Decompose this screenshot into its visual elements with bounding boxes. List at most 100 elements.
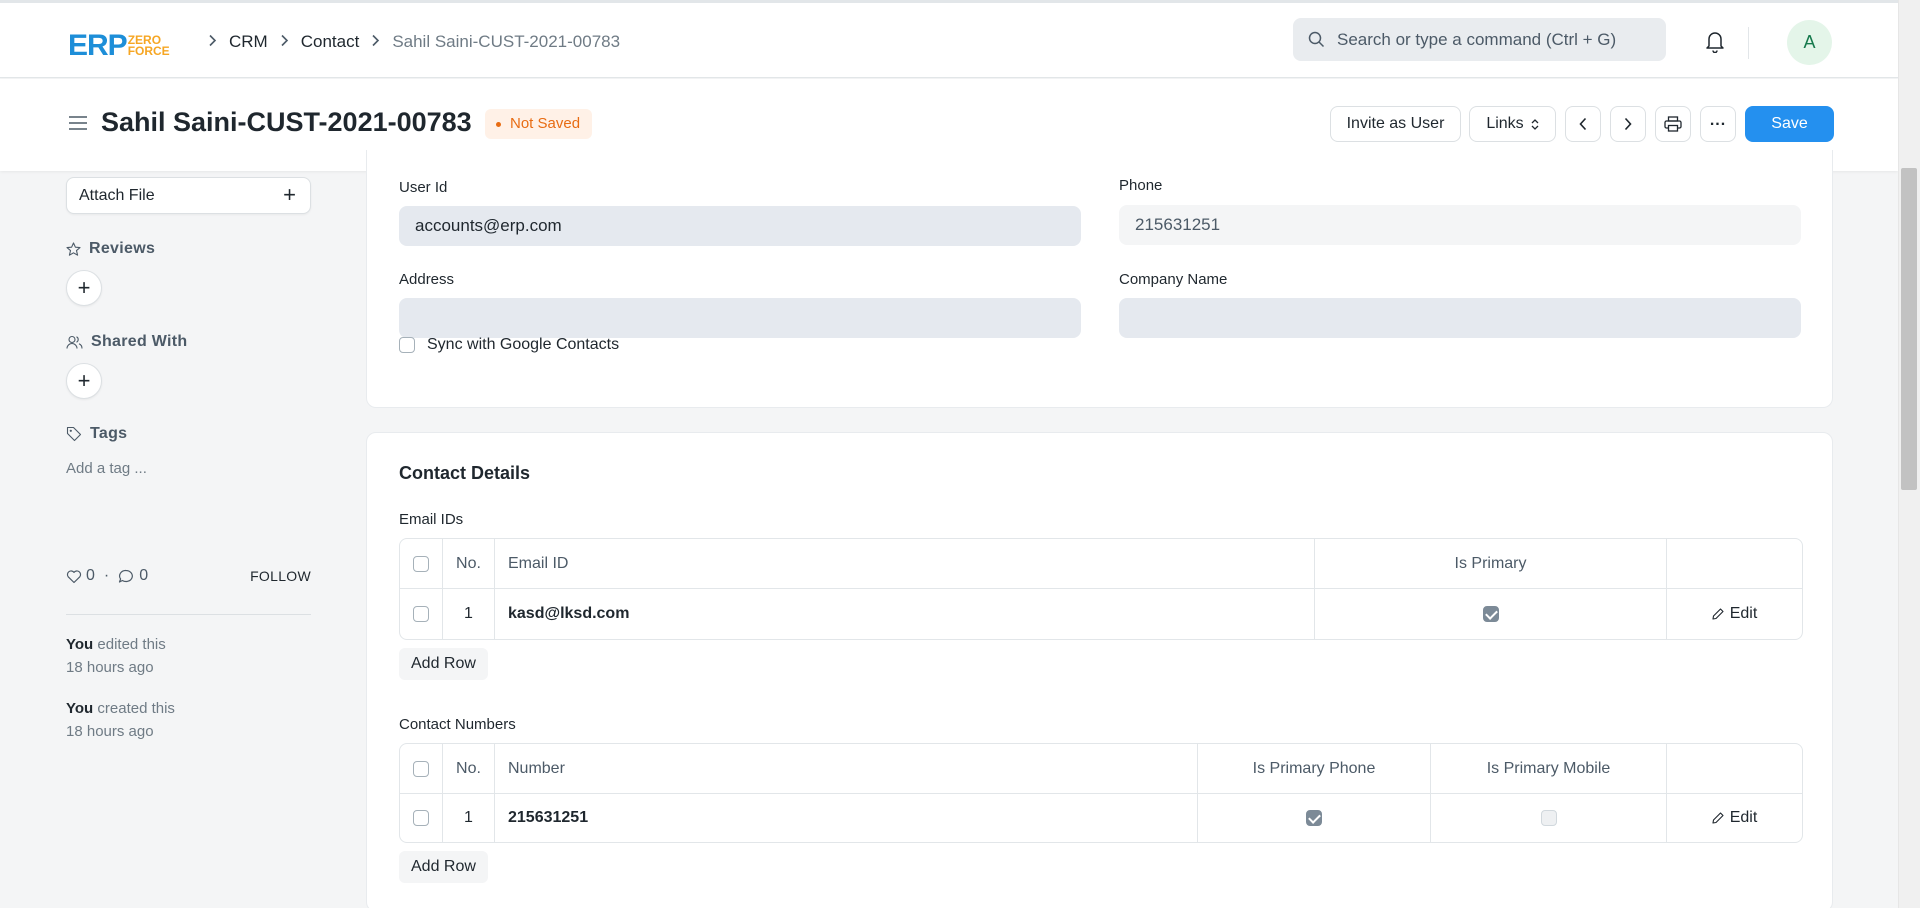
next-record-button[interactable]: [1610, 106, 1646, 142]
select-all-cell: [400, 744, 443, 793]
chevron-right-icon: [1624, 117, 1632, 131]
activity-item: You edited this 18 hours ago: [66, 633, 166, 679]
table-header-row: No. Email ID Is Primary: [400, 539, 1802, 589]
activity-user: You: [66, 636, 94, 653]
shared-with-text: Shared With: [91, 333, 188, 350]
plus-icon: +: [283, 182, 296, 207]
print-button[interactable]: [1655, 106, 1691, 142]
edit-row-button[interactable]: Edit: [1667, 794, 1802, 842]
activity-action: created this: [97, 700, 175, 717]
column-is-primary-mobile: Is Primary Mobile: [1431, 744, 1667, 793]
users-icon: [66, 335, 83, 349]
invite-as-user-button[interactable]: Invite as User: [1330, 106, 1461, 142]
email-ids-label: Email IDs: [399, 511, 464, 528]
column-number: Number: [495, 744, 1198, 793]
email-id-cell[interactable]: kasd@lksd.com: [495, 589, 1315, 639]
attach-file-button[interactable]: Attach File +: [66, 177, 311, 214]
user-id-field[interactable]: accounts@erp.com: [399, 206, 1081, 246]
add-tag-link[interactable]: Add a tag ...: [66, 460, 147, 477]
row-checkbox[interactable]: [413, 810, 429, 826]
comment-icon[interactable]: [118, 569, 134, 584]
like-count: 0: [86, 567, 95, 584]
sync-google-label: Sync with Google Contacts: [427, 336, 620, 353]
pencil-icon: [1712, 608, 1724, 620]
breadcrumb-contact[interactable]: Contact: [301, 32, 360, 52]
row-number: 1: [443, 794, 495, 842]
user-id-label: User Id: [399, 179, 448, 196]
likes-comments-row: 0 · 0 FOLLOW: [66, 567, 311, 585]
logo-subtext: ZERO FORCE: [128, 34, 170, 57]
tags-label: Tags: [66, 425, 127, 443]
follow-button[interactable]: FOLLOW: [250, 568, 311, 584]
activity-time: 18 hours ago: [66, 723, 154, 740]
row-checkbox[interactable]: [413, 606, 429, 622]
edit-label: Edit: [1729, 605, 1758, 622]
star-icon: [66, 241, 81, 256]
is-primary-phone-checkbox[interactable]: [1306, 810, 1322, 826]
chevron-right-icon: [280, 34, 289, 51]
chevron-left-icon: [1579, 117, 1587, 131]
edit-row-button[interactable]: Edit: [1667, 589, 1802, 639]
column-no: No.: [443, 539, 495, 588]
erp-logo[interactable]: ERP ZERO FORCE: [68, 29, 170, 63]
row-select-cell: [400, 589, 443, 639]
row-select-cell: [400, 794, 443, 842]
activity-time: 18 hours ago: [66, 659, 154, 676]
number-cell[interactable]: 215631251: [495, 794, 1198, 842]
heart-icon[interactable]: [66, 569, 82, 584]
add-email-row-button[interactable]: Add Row: [399, 648, 488, 680]
chevron-right-icon: [371, 34, 380, 51]
address-label: Address: [399, 271, 455, 288]
column-email-id: Email ID: [495, 539, 1315, 588]
column-no: No.: [443, 744, 495, 793]
is-primary-mobile-cell: [1431, 794, 1667, 842]
tag-icon: [66, 426, 82, 442]
comment-count: 0: [139, 567, 149, 584]
contact-info-card: User Id accounts@erp.com Phone 215631251…: [366, 150, 1833, 408]
tags-text: Tags: [90, 425, 128, 442]
save-button[interactable]: Save: [1745, 106, 1834, 142]
activity-action: edited this: [97, 636, 166, 653]
select-all-cell: [400, 539, 443, 588]
column-actions: [1667, 744, 1802, 793]
dot-separator: ·: [103, 567, 110, 584]
is-primary-checkbox[interactable]: [1482, 606, 1499, 622]
address-field[interactable]: [399, 298, 1081, 338]
activity-user: You: [66, 700, 94, 717]
table-row[interactable]: 1 kasd@lksd.com Edit: [400, 589, 1802, 639]
previous-record-button[interactable]: [1565, 106, 1601, 142]
is-primary-cell: [1315, 589, 1667, 639]
sort-chevrons-icon: [1531, 118, 1539, 130]
add-share-button[interactable]: +: [66, 363, 102, 399]
add-number-row-button[interactable]: Add Row: [399, 851, 488, 883]
hamburger-menu-icon[interactable]: [68, 115, 88, 136]
bell-icon[interactable]: [1704, 29, 1726, 58]
company-name-field[interactable]: [1119, 298, 1801, 338]
search-icon: [1308, 31, 1325, 48]
scrollbar-thumb[interactable]: [1901, 168, 1917, 490]
navbar-divider: [1748, 27, 1749, 59]
contact-details-card: Contact Details Email IDs No. Email ID I…: [366, 432, 1833, 908]
add-review-button[interactable]: +: [66, 270, 102, 306]
search-input[interactable]: Search or type a command (Ctrl + G): [1293, 18, 1666, 61]
table-header-row: No. Number Is Primary Phone Is Primary M…: [400, 744, 1802, 794]
search-placeholder: Search or type a command (Ctrl + G): [1337, 29, 1617, 49]
phone-field[interactable]: 215631251: [1119, 205, 1801, 245]
table-row[interactable]: 1 215631251 Edit: [400, 794, 1802, 842]
email-ids-table: No. Email ID Is Primary 1 kasd@lksd.com …: [399, 538, 1803, 640]
select-all-checkbox[interactable]: [413, 760, 429, 777]
more-actions-button[interactable]: ...: [1700, 106, 1736, 142]
breadcrumb-crm[interactable]: CRM: [229, 32, 268, 52]
select-all-checkbox[interactable]: [413, 555, 429, 572]
breadcrumb-current[interactable]: Sahil Saini-CUST-2021-00783: [392, 32, 620, 52]
logo-text: ERP: [68, 29, 128, 62]
breadcrumb: CRM Contact Sahil Saini-CUST-2021-00783: [196, 32, 620, 52]
page-title: Sahil Saini-CUST-2021-00783: [101, 107, 472, 137]
is-primary-mobile-checkbox[interactable]: [1540, 810, 1557, 826]
sidebar-divider: [66, 614, 311, 615]
top-navbar: ERP ZERO FORCE CRM Contact Sahil Saini-C…: [0, 0, 1898, 78]
sync-google-checkbox[interactable]: [399, 337, 415, 353]
links-dropdown-button[interactable]: Links: [1469, 106, 1556, 142]
is-primary-phone-cell: [1198, 794, 1431, 842]
avatar[interactable]: A: [1787, 20, 1832, 65]
